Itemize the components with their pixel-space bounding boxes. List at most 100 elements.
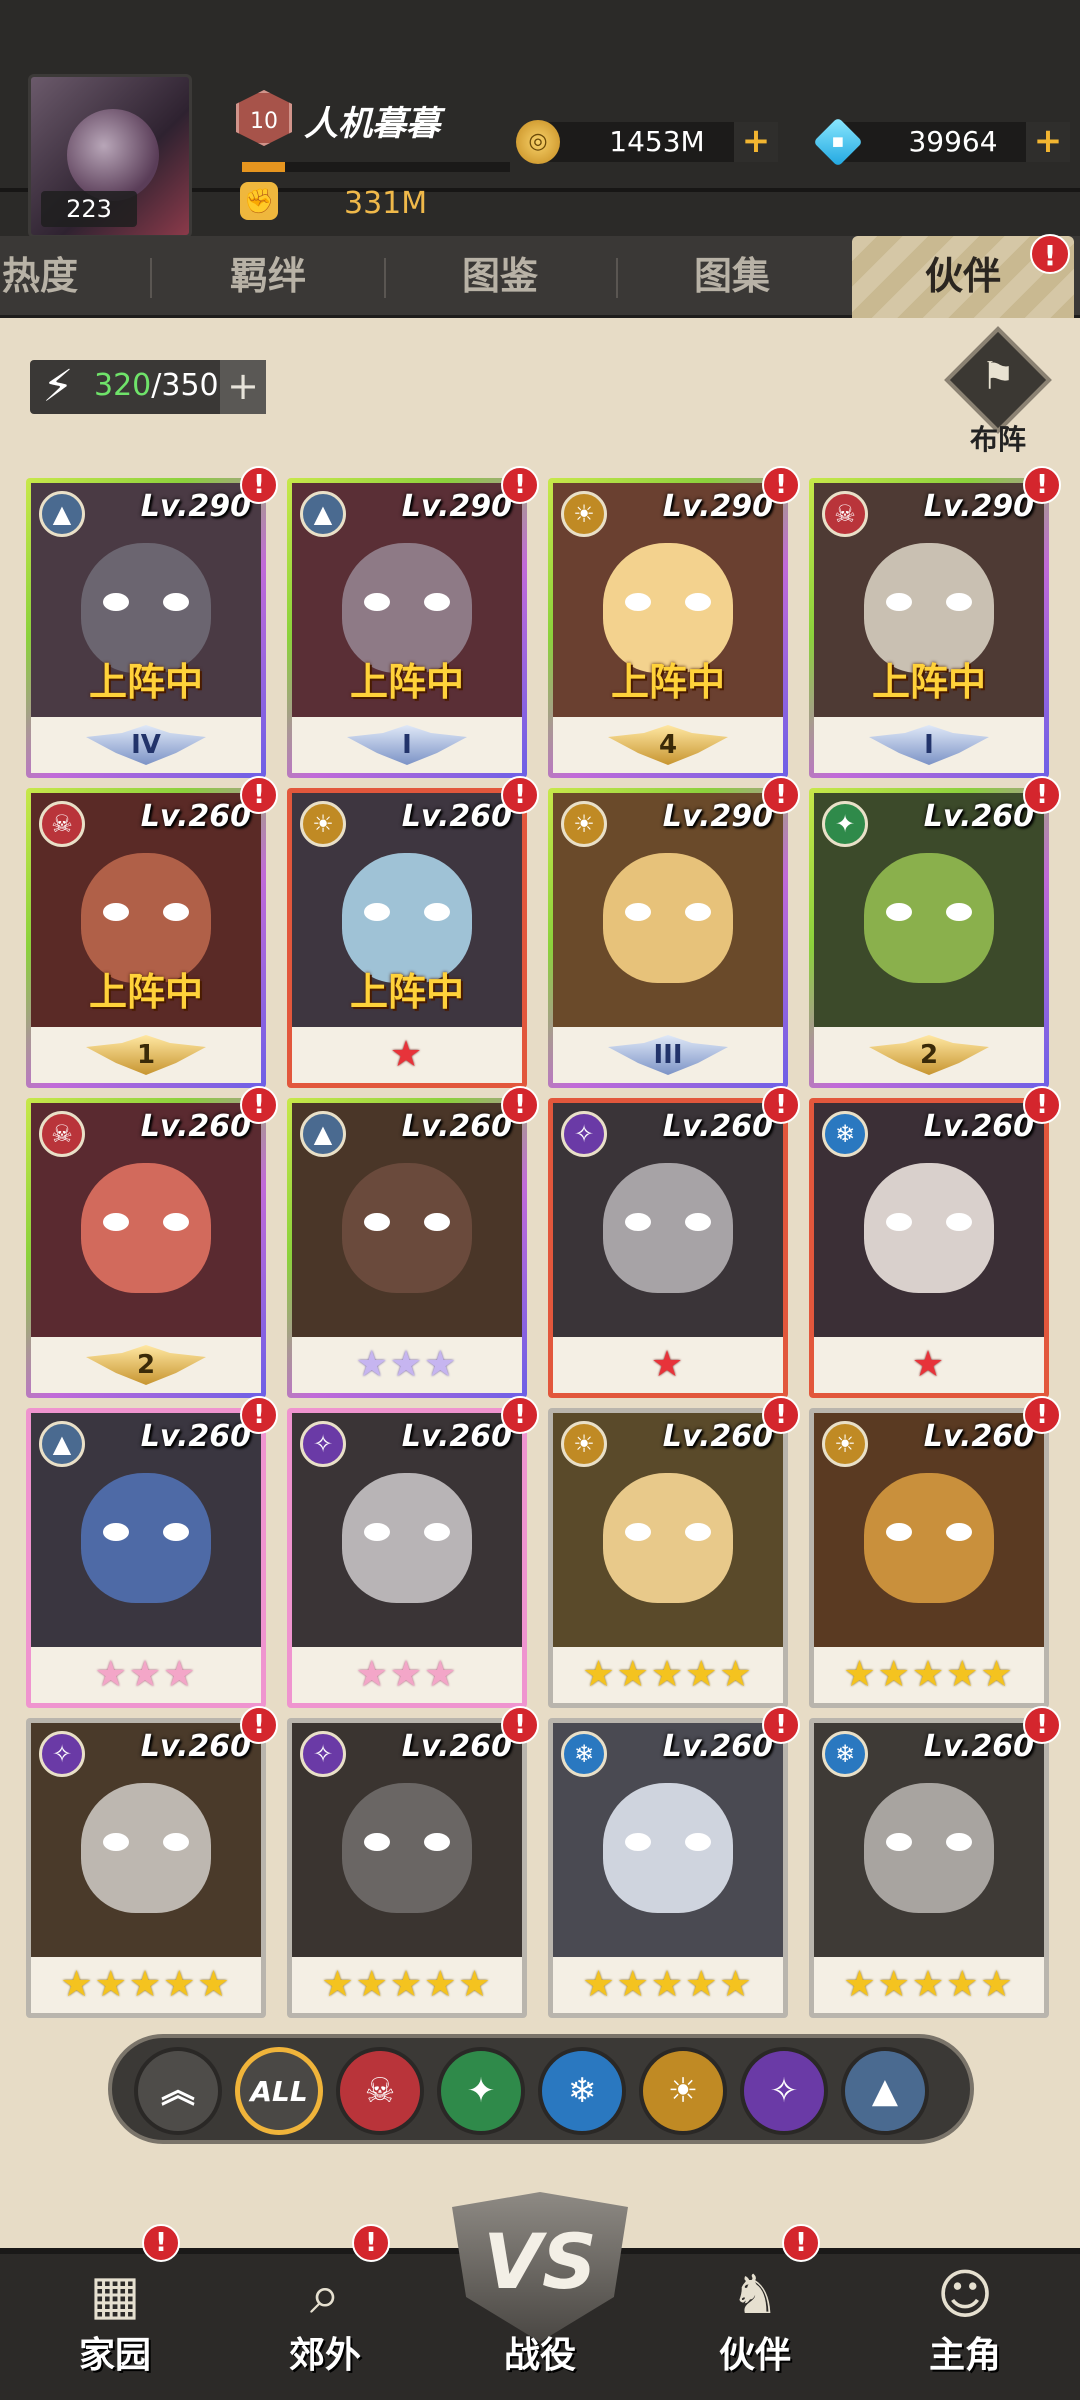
hero-card[interactable]: ❄ Lv.260 ★!	[809, 1086, 1061, 1398]
tab-divider	[150, 258, 152, 298]
formation-button[interactable]: ⚑ 布阵	[940, 326, 1056, 456]
faction-icon: ❄	[822, 1731, 868, 1777]
hero-card-footer: 1	[31, 1027, 261, 1083]
xp-bar-fill	[242, 162, 285, 172]
hero-card[interactable]: ▲ Lv.290 上阵中 IV!	[26, 466, 278, 778]
star-rating: ★★★★★	[843, 1964, 1015, 2005]
alert-badge: !	[240, 1396, 278, 1434]
star-rating: ★	[911, 1344, 947, 1385]
hero-card[interactable]: ✧ Lv.260 ★★★!	[287, 1396, 539, 1708]
stamina-max: /350	[151, 368, 219, 403]
add-gold-button[interactable]: +	[734, 122, 778, 162]
power-value: 331M	[344, 186, 428, 221]
player-name: 人机暮暮	[304, 104, 440, 144]
hero-card-footer: ★	[814, 1337, 1044, 1393]
nature-faction-icon[interactable]: ✦	[437, 2047, 525, 2135]
hero-card[interactable]: ☀ Lv.260 ★★★★★!	[809, 1396, 1061, 1708]
grade-wings-badge: 2	[869, 1035, 989, 1075]
hero-level: Lv.260	[140, 1419, 251, 1454]
alert-badge: !	[762, 466, 800, 504]
deployed-label: 上阵中	[871, 660, 986, 704]
power-fist-icon: ✊	[240, 182, 278, 220]
tab-divider	[616, 258, 618, 298]
hero-card[interactable]: ❄ Lv.260 ★★★★★!	[809, 1706, 1061, 2018]
star-rating: ★	[650, 1344, 686, 1385]
hero-card[interactable]: ✧ Lv.260 ★!	[548, 1086, 800, 1398]
sort-up-icon[interactable]: ︽	[134, 2047, 222, 2135]
hero-card[interactable]: ▲ Lv.290 上阵中 I!	[287, 466, 539, 778]
formation-label: 布阵	[969, 423, 1026, 456]
hero-card[interactable]: ✧ Lv.260 ★★★★★!	[287, 1706, 539, 2018]
tab-codex[interactable]: 图鉴	[400, 236, 600, 318]
nav-home[interactable]: ▦ 家园!	[30, 2190, 200, 2400]
hero-card[interactable]: ✧ Lv.260 ★★★★★!	[26, 1706, 278, 2018]
nav-label: 战役	[503, 2335, 576, 2376]
hero-eyes	[103, 1833, 189, 1851]
all-filter-icon[interactable]: ALL	[235, 2047, 323, 2135]
lightning-faction-icon[interactable]: ✧	[740, 2047, 828, 2135]
hero-card[interactable]: ☀ Lv.260 上阵中 ★!	[287, 776, 539, 1088]
hero-eyes	[103, 1213, 189, 1231]
tab-gallery[interactable]: 图集	[632, 236, 832, 318]
hero-eyes	[103, 903, 189, 921]
ice-faction-icon[interactable]: ❄	[538, 2047, 626, 2135]
nav-label: 郊外	[288, 2335, 361, 2376]
nav-label: 主角	[928, 2335, 1001, 2376]
grade-wings-badge: 2	[86, 1345, 206, 1385]
hero-card-frame: ▲ Lv.290 上阵中 I	[292, 483, 522, 773]
hero-level: Lv.260	[140, 1729, 251, 1764]
hero-eyes	[364, 903, 450, 921]
alert-badge: !	[501, 1396, 539, 1434]
add-stamina-button[interactable]: +	[220, 360, 266, 414]
hero-card[interactable]: ❄ Lv.260 ★★★★★!	[548, 1706, 800, 2018]
hero-card-frame: ☠ Lv.260 上阵中 1	[31, 793, 261, 1083]
gold-currency: ◎ 1453M +	[516, 120, 778, 164]
deployed-label: 上阵中	[349, 970, 464, 1014]
hero-card-frame: ▲ Lv.260 ★★★	[292, 1103, 522, 1393]
hero-card-footer: ★★★	[31, 1647, 261, 1703]
nav-battle[interactable]: VS 战役	[440, 2178, 640, 2400]
grade-wings-badge: I	[869, 725, 989, 765]
hero-card-footer: ★★★★★	[814, 1957, 1044, 2013]
nav-outskirts[interactable]: ⌕ 郊外!	[240, 2190, 410, 2400]
alert-badge: !	[501, 466, 539, 504]
tab-bonds[interactable]: 羁绊	[168, 236, 368, 318]
diamond-value: 39964	[908, 125, 998, 158]
hero-card-footer: ★★★★★	[553, 1957, 783, 2013]
tab-partners-alert-badge: !	[1030, 234, 1070, 274]
hero-card[interactable]: ☀ Lv.290 III!	[548, 776, 800, 1088]
hero-card[interactable]: ▲ Lv.260 ★★★!	[26, 1396, 278, 1708]
hero-card[interactable]: ☠ Lv.260 2!	[26, 1086, 278, 1398]
add-diamond-button[interactable]: +	[1026, 122, 1070, 162]
grade-wings-badge: 1	[86, 1035, 206, 1075]
grade-wings-badge: 4	[608, 725, 728, 765]
player-avatar[interactable]: 223	[28, 74, 192, 238]
skull-faction-icon[interactable]: ☠	[336, 2047, 424, 2135]
hero-card-footer: ★	[292, 1027, 522, 1083]
tech-faction-icon[interactable]: ▲	[841, 2047, 929, 2135]
hero-eyes	[886, 1523, 972, 1541]
alert-badge: !	[240, 466, 278, 504]
nav-partners[interactable]: ♞ 伙伴!	[670, 2190, 840, 2400]
hero-card-frame: ✧ Lv.260 ★★★	[292, 1413, 522, 1703]
sun-faction-icon[interactable]: ☀	[639, 2047, 727, 2135]
hero-card[interactable]: ☠ Lv.290 上阵中 I!	[809, 466, 1061, 778]
tab-popularity[interactable]: 热度	[0, 236, 120, 318]
faction-icon: ▲	[300, 1111, 346, 1157]
hero-level: Lv.260	[923, 799, 1034, 834]
hero-card[interactable]: ☠ Lv.260 上阵中 1!	[26, 776, 278, 1088]
faction-icon: ☠	[39, 1111, 85, 1157]
hero-card-frame: ▲ Lv.290 上阵中 IV	[31, 483, 261, 773]
hero-card[interactable]: ☀ Lv.290 上阵中 4!	[548, 466, 800, 778]
tab-divider	[384, 258, 386, 298]
alert-badge: !	[762, 776, 800, 814]
hero-card[interactable]: ✦ Lv.260 2!	[809, 776, 1061, 1088]
hero-card[interactable]: ▲ Lv.260 ★★★!	[287, 1086, 539, 1398]
hero-eyes	[625, 1523, 711, 1541]
faction-icon: ✧	[300, 1731, 346, 1777]
hero-card-frame: ✧ Lv.260 ★★★★★	[292, 1723, 522, 2013]
hero-level: Lv.260	[140, 1109, 251, 1144]
faction-icon: ❄	[561, 1731, 607, 1777]
hero-card[interactable]: ☀ Lv.260 ★★★★★!	[548, 1396, 800, 1708]
nav-hero[interactable]: ☺ 主角	[880, 2190, 1050, 2400]
